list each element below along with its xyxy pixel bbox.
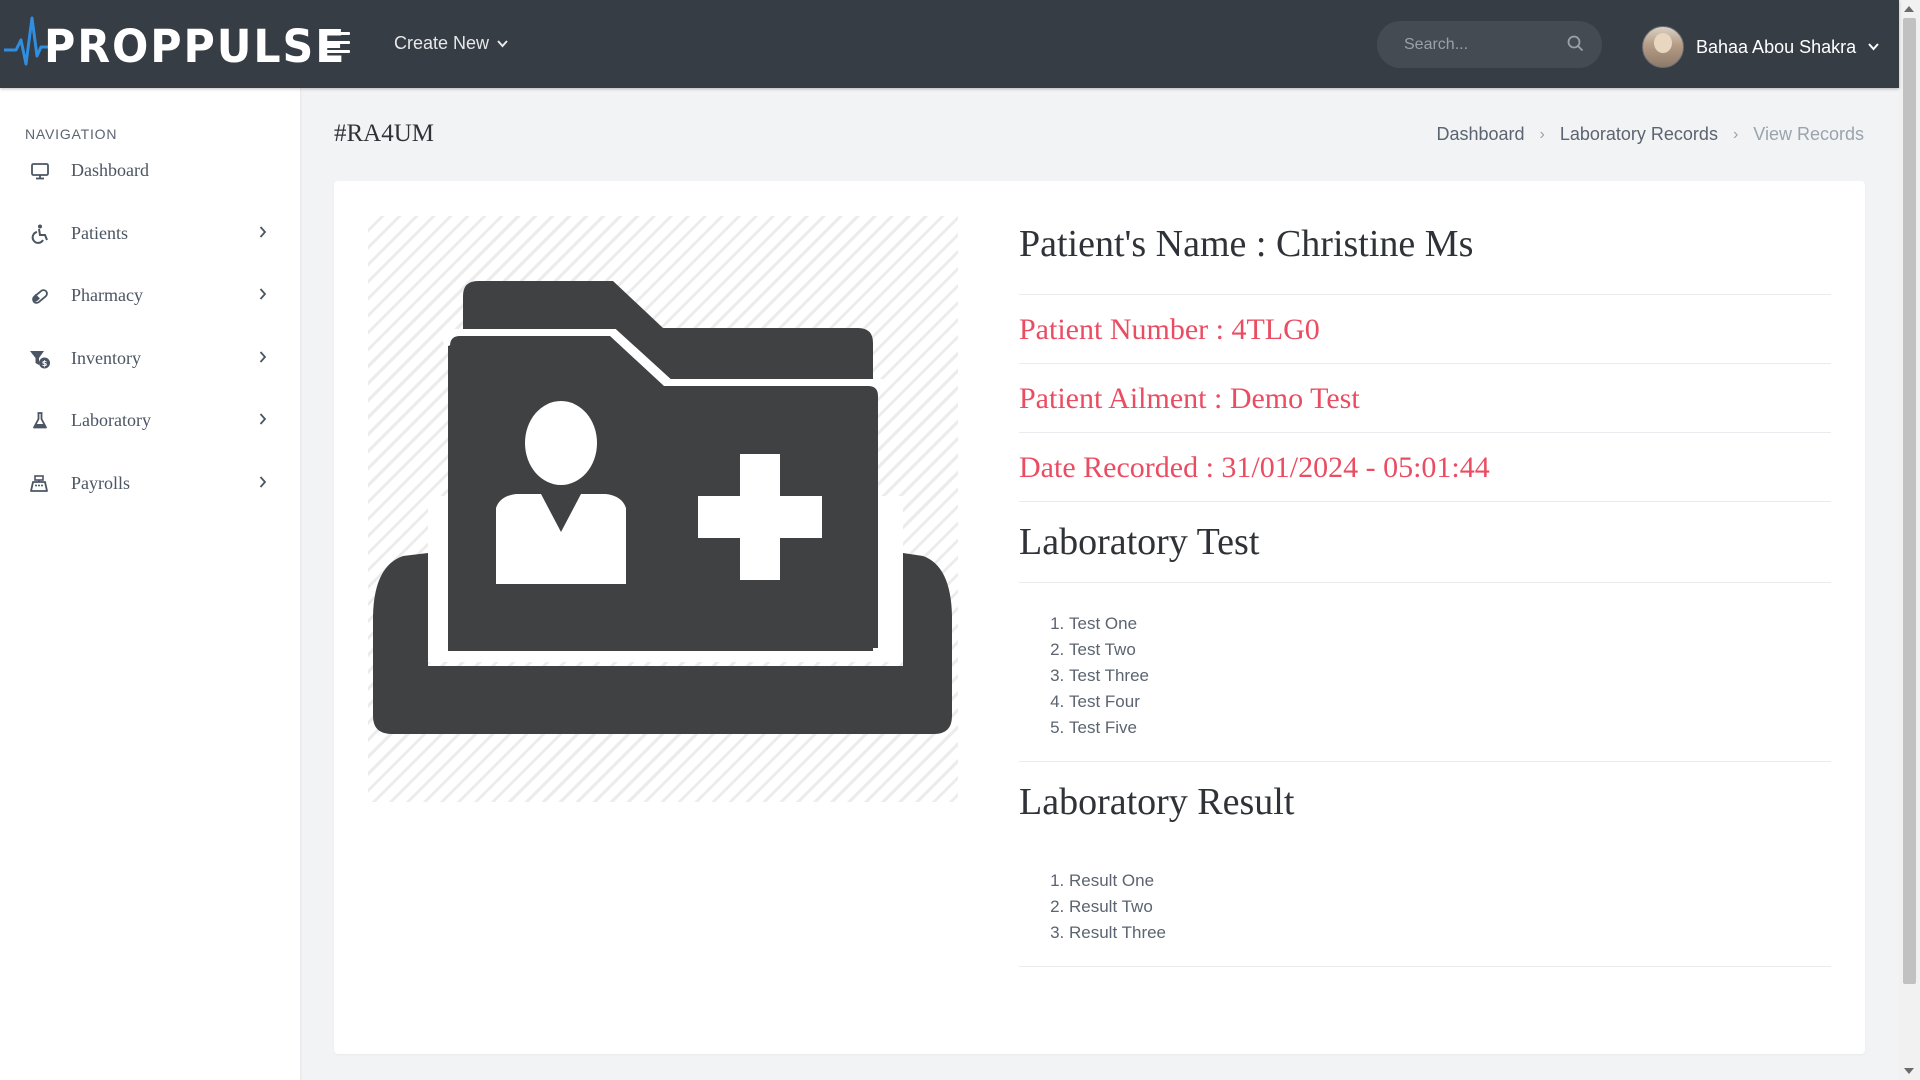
chevron-right-icon xyxy=(259,413,267,425)
sidebar-item-label: Inventory xyxy=(71,347,141,368)
scroll-down-arrow-icon[interactable] xyxy=(1904,1068,1914,1074)
breadcrumb-current: View Records xyxy=(1753,124,1864,144)
lab-result-list-row: Result One Result Two Result Three xyxy=(1019,846,1831,967)
patient-name: Patient's Name : Christine Ms xyxy=(1019,223,1474,265)
sidebar-item-label: Dashboard xyxy=(71,159,149,180)
list-item: Result Two xyxy=(1069,894,1831,920)
logo-text: PROPPULSE xyxy=(44,20,347,73)
breadcrumb-dashboard[interactable]: Dashboard xyxy=(1436,124,1524,145)
pill-icon xyxy=(32,289,48,304)
chevron-right-icon xyxy=(259,288,267,300)
patient-ailment: Patient Ailment : Demo Test xyxy=(1019,382,1360,415)
lab-test-heading: Laboratory Test xyxy=(1019,521,1260,563)
create-new-label: Create New xyxy=(394,33,490,53)
page-scrollbar[interactable] xyxy=(1899,0,1920,1080)
list-item: Test Three xyxy=(1069,663,1831,689)
scroll-up-arrow-icon[interactable] xyxy=(1904,6,1914,12)
lab-test-heading-row: Laboratory Test xyxy=(1019,502,1831,583)
avatar xyxy=(1642,26,1684,68)
svg-text:$: $ xyxy=(42,359,48,368)
app-logo[interactable]: PROPPULSE xyxy=(4,14,344,76)
user-name: Bahaa Abou Shakra xyxy=(1696,36,1857,57)
search-box xyxy=(1377,21,1602,68)
list-item: Result Three xyxy=(1069,920,1831,946)
breadcrumb-laboratory-records[interactable]: Laboratory Records xyxy=(1560,124,1718,145)
sidebar-item-pharmacy[interactable]: Pharmacy xyxy=(0,270,300,320)
sidebar-item-label: Pharmacy xyxy=(71,284,143,305)
scrollbar-thumb[interactable] xyxy=(1903,18,1916,984)
patient-folder-image xyxy=(368,216,958,802)
list-item: Test One xyxy=(1069,611,1831,637)
sidebar-item-label: Patients xyxy=(71,222,128,243)
chevron-down-icon xyxy=(1868,43,1879,51)
flask-icon xyxy=(33,412,47,429)
sidebar-item-patients[interactable]: Patients xyxy=(0,208,300,258)
monitor-icon xyxy=(31,163,49,180)
menu-toggle-button[interactable] xyxy=(324,32,350,54)
list-item: Test Two xyxy=(1069,637,1831,663)
wheelchair-icon xyxy=(31,224,48,244)
lab-test-list: Test One Test Two Test Three Test Four T… xyxy=(1019,583,1831,761)
page-title: #RA4UM xyxy=(334,120,435,147)
sidebar-item-label: Laboratory xyxy=(71,409,151,430)
patient-folder-icon xyxy=(373,281,952,734)
lab-result-heading: Laboratory Result xyxy=(1019,781,1295,823)
sidebar-item-laboratory[interactable]: Laboratory xyxy=(0,395,300,445)
funnel-dollar-icon: $ xyxy=(30,351,50,369)
cash-register-icon xyxy=(30,475,48,492)
lab-result-list: Result One Result Two Result Three xyxy=(1019,846,1831,966)
sidebar-item-dashboard[interactable]: Dashboard xyxy=(0,145,300,195)
date-recorded-row: Date Recorded : 31/01/2024 - 05:01:44 xyxy=(1019,433,1831,502)
record-details: Patient's Name : Christine Ms Patient Nu… xyxy=(1019,212,1831,967)
user-menu[interactable]: Bahaa Abou Shakra xyxy=(1642,26,1879,68)
search-icon[interactable] xyxy=(1567,35,1584,52)
list-item: Test Four xyxy=(1069,689,1831,715)
chevron-right-icon xyxy=(259,226,267,238)
create-new-dropdown[interactable]: Create New xyxy=(394,33,508,54)
chevron-right-icon: › xyxy=(1539,125,1545,143)
top-navbar: PROPPULSE Create New Bahaa Abou Shakra xyxy=(0,0,1899,88)
patient-number: Patient Number : 4TLG0 xyxy=(1019,313,1320,346)
lab-result-heading-row: Laboratory Result xyxy=(1019,762,1831,846)
date-recorded: Date Recorded : 31/01/2024 - 05:01:44 xyxy=(1019,451,1490,484)
lab-test-list-row: Test One Test Two Test Three Test Four T… xyxy=(1019,583,1831,762)
list-item: Test Five xyxy=(1069,715,1831,741)
search-input[interactable] xyxy=(1402,34,1556,55)
list-item: Result One xyxy=(1069,868,1831,894)
chevron-right-icon xyxy=(259,476,267,488)
patient-number-row: Patient Number : 4TLG0 xyxy=(1019,295,1831,364)
sidebar: NAVIGATION Dashboard Patients Pharmacy $ xyxy=(0,88,300,1080)
sidebar-item-label: Payrolls xyxy=(71,472,131,493)
breadcrumb: Dashboard › Laboratory Records › View Re… xyxy=(1436,124,1864,145)
sidebar-title: NAVIGATION xyxy=(25,126,118,142)
sidebar-item-payrolls[interactable]: Payrolls xyxy=(0,458,300,508)
sidebar-item-inventory[interactable]: $ Inventory xyxy=(0,333,300,383)
chevron-right-icon xyxy=(259,351,267,363)
patient-name-row: Patient's Name : Christine Ms xyxy=(1019,212,1831,295)
chevron-down-icon xyxy=(497,39,508,47)
patient-ailment-row: Patient Ailment : Demo Test xyxy=(1019,364,1831,433)
chevron-right-icon: › xyxy=(1732,125,1739,143)
